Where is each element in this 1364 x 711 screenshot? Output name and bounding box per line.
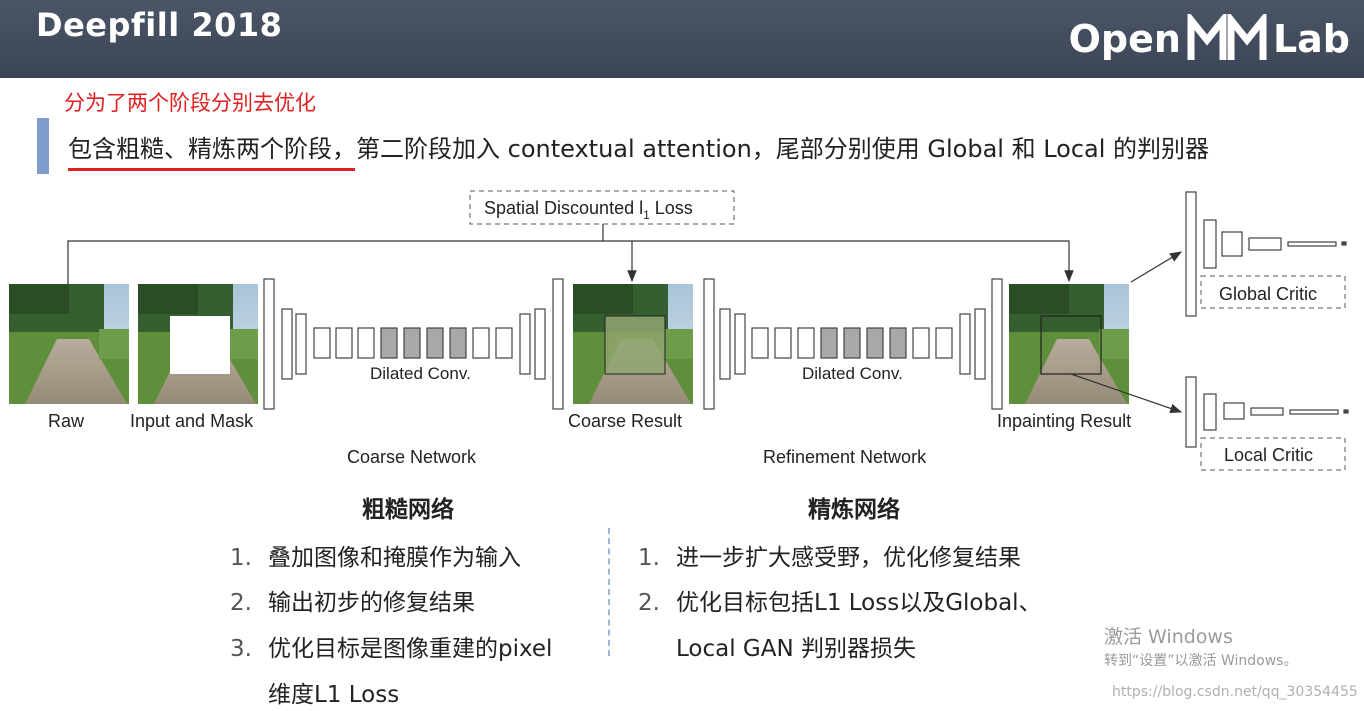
- loss-line: [67, 240, 1074, 284]
- input-mask-label: Input and Mask: [130, 411, 254, 431]
- subtitle: 包含粗糙、精炼两个阶段，第二阶段加入 contextual attention，…: [68, 135, 1210, 163]
- slide-title: Deepfill 2018: [36, 6, 283, 44]
- refinement-network-layers: [703, 278, 1003, 410]
- local-critic-label: Local Critic: [1224, 445, 1313, 465]
- raw-label: Raw: [48, 411, 85, 431]
- raw-image: [9, 284, 129, 404]
- refinement-network-label: Refinement Network: [763, 447, 927, 467]
- logo-mm-mark: [1187, 14, 1267, 60]
- right-list-item: 2. 优化目标包括L1 Loss以及Global、: [638, 590, 1042, 616]
- dilated-conv-label-1: Dilated Conv.: [370, 364, 471, 383]
- arrow-to-global-critic: [1130, 251, 1183, 283]
- windows-activation-title: 激活 Windows: [1104, 626, 1233, 648]
- red-annotation: 分为了两个阶段分别去优化: [64, 91, 316, 115]
- windows-activation-hint: 转到“设置”以激活 Windows。: [1104, 653, 1298, 669]
- global-critic-label: Global Critic: [1219, 284, 1317, 304]
- red-underline: [68, 168, 355, 171]
- architecture-diagram: Spatial Discounted l1 Loss Dilated Conv.: [9, 190, 1349, 471]
- source-url: https://blog.csdn.net/qq_30354455: [1112, 684, 1358, 700]
- coarse-result-image: [573, 284, 693, 404]
- accent-bar: [37, 118, 49, 174]
- left-list-item: 1. 叠加图像和掩膜作为输入: [230, 545, 521, 571]
- coarse-result-label: Coarse Result: [568, 411, 682, 431]
- left-list-item: 维度L1 Loss: [268, 682, 400, 708]
- logo-text-lab: Lab: [1272, 17, 1350, 61]
- left-list-item: 3. 优化目标是图像重建的pixel: [230, 636, 553, 662]
- title-bar: Deepfill 2018 Open Lab: [0, 0, 1364, 78]
- input-mask-image: [138, 284, 258, 404]
- logo-text-open: Open: [1068, 17, 1181, 61]
- column-divider: [608, 528, 610, 656]
- right-list-item: Local GAN 判别器损失: [676, 636, 916, 662]
- right-column-title: 精炼网络: [808, 497, 900, 523]
- dilated-conv-label-2: Dilated Conv.: [802, 364, 903, 383]
- coarse-network-label: Coarse Network: [347, 447, 477, 467]
- coarse-network-layers: [263, 278, 564, 410]
- inpainting-result-image: [1009, 284, 1129, 404]
- local-critic-layers: [1185, 376, 1349, 448]
- right-list-item: 1. 进一步扩大感受野，优化修复结果: [638, 545, 1021, 571]
- openmmlab-logo: Open Lab: [1069, 14, 1350, 64]
- left-column-title: 粗糙网络: [362, 497, 454, 523]
- left-list-item: 2. 输出初步的修复结果: [230, 590, 475, 616]
- inpainting-result-label: Inpainting Result: [997, 411, 1131, 431]
